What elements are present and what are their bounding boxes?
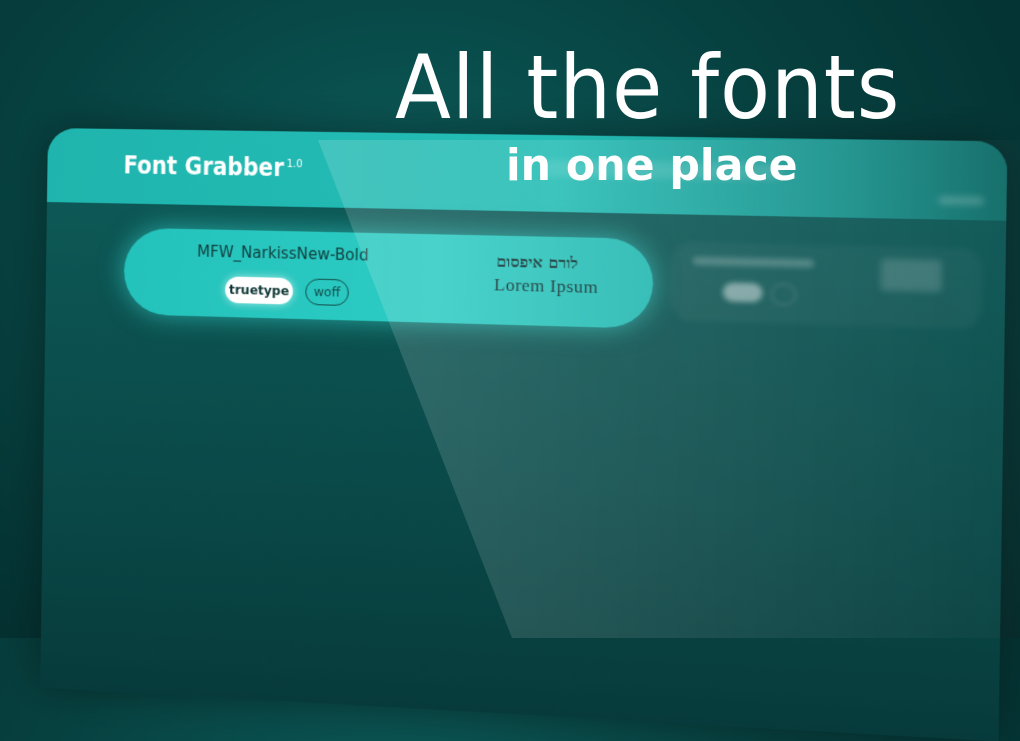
app-name: Font Grabber bbox=[123, 151, 285, 183]
header-menu-blurred bbox=[938, 195, 984, 206]
font-name: MFW_NarkissNew-Bold bbox=[197, 241, 369, 265]
app-screenshot: Font Grabber 1.0 MFW_NarkissNew-Bold true… bbox=[0, 0, 1020, 741]
format-badge-blurred-2[interactable] bbox=[771, 283, 796, 306]
font-preview-hebrew: לורם איפסום bbox=[496, 252, 579, 273]
format-badge-woff[interactable]: woff bbox=[305, 278, 349, 307]
header-control-blurred bbox=[542, 159, 783, 181]
app-version: 1.0 bbox=[286, 156, 303, 171]
app-title: Font Grabber 1.0 bbox=[123, 151, 302, 182]
font-preview-latin: Lorem Ipsum bbox=[493, 274, 599, 298]
app-header: Font Grabber 1.0 bbox=[46, 128, 1008, 221]
app-window: Font Grabber 1.0 MFW_NarkissNew-Bold true… bbox=[40, 128, 1008, 741]
format-badge-blurred[interactable] bbox=[722, 282, 763, 303]
font-list-item[interactable]: MFW_NarkissNew-Bold truetype woff לורם א… bbox=[123, 227, 654, 329]
format-badge-truetype[interactable]: truetype bbox=[224, 276, 294, 305]
font-preview-blurred bbox=[880, 258, 942, 293]
